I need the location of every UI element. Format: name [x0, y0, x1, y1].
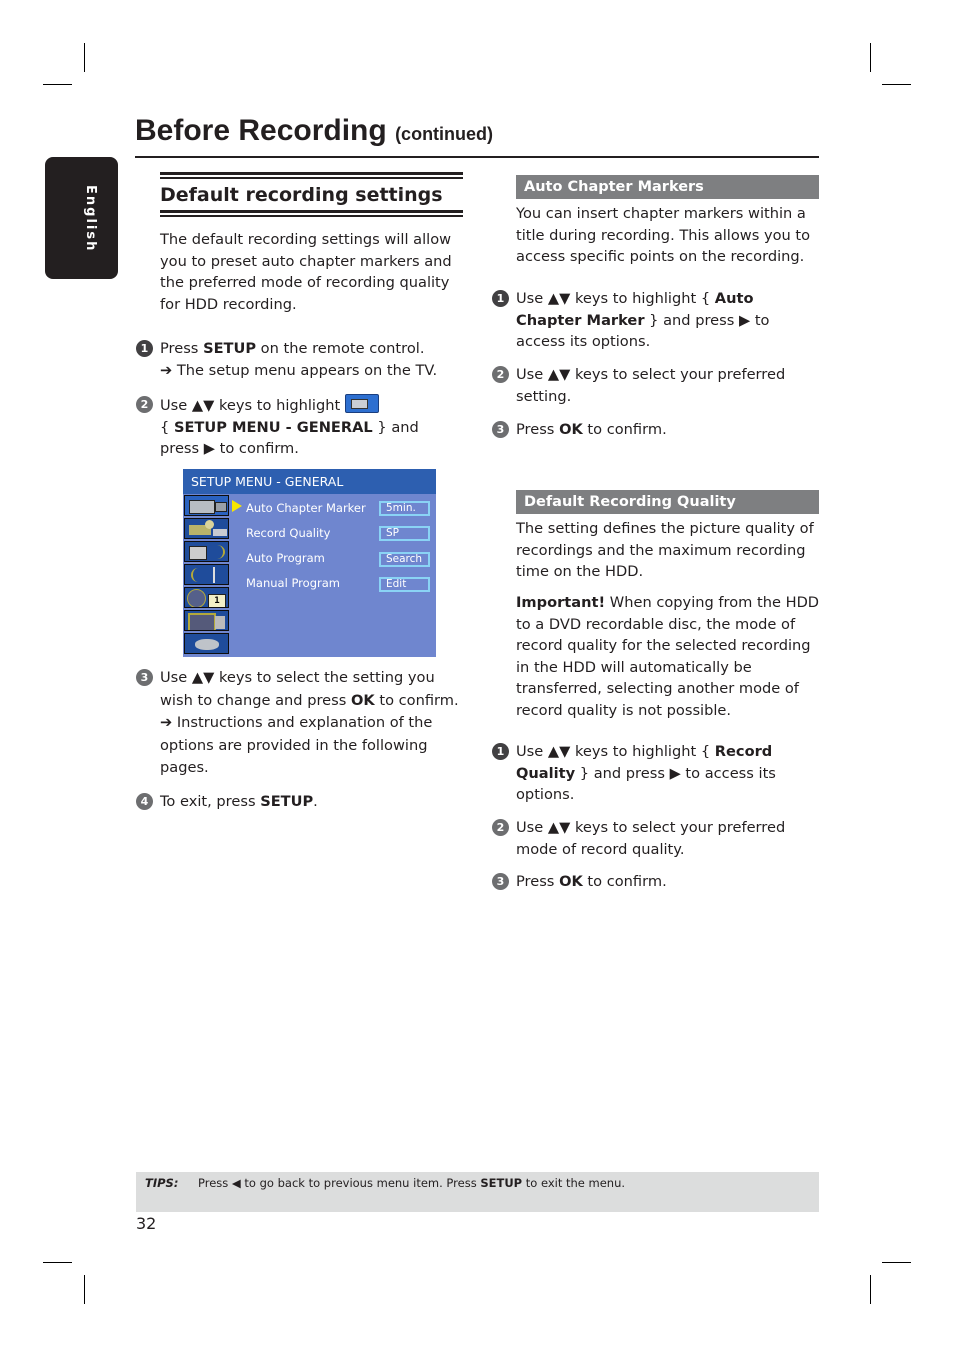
menu-item-auto-program[interactable]: Auto Program	[246, 551, 325, 565]
disc-stack-icon	[184, 633, 229, 654]
menu-item-manual-program[interactable]: Manual Program	[246, 576, 340, 590]
step-text: Use ▲▼ keys to select your preferred mod…	[516, 819, 786, 858]
key-ok: OK	[559, 873, 583, 890]
important-note: Important! When copying from the HDD to …	[516, 592, 821, 721]
crop-mark	[43, 1262, 72, 1263]
step-1: Press SETUP on the remote control. ➔ The…	[160, 338, 460, 381]
step-text: on the remote control.	[256, 340, 425, 357]
key-ok: OK	[350, 691, 375, 709]
section-title: Default recording settings	[160, 184, 443, 206]
clock-calendar-icon: 1	[184, 587, 229, 608]
step-text: Use ▲▼ keys to highlight {	[516, 743, 715, 760]
setup-menu-screenshot: SETUP MENU - GENERAL 1 Auto Chapter Mark…	[183, 469, 436, 657]
language-label: English	[83, 185, 98, 253]
crop-mark	[882, 1262, 911, 1263]
key-setup: SETUP	[260, 793, 314, 810]
step-number-3: 3	[492, 873, 509, 890]
record-quality-step-3: Press OK to confirm.	[516, 871, 816, 893]
signal-icon	[184, 564, 229, 585]
crop-mark	[870, 1275, 871, 1304]
heading-rule-top	[160, 172, 463, 179]
page-title-text: Before Recording	[135, 114, 387, 147]
menu-title: SETUP MENU - GENERAL	[183, 469, 436, 494]
step-text: Press	[160, 340, 204, 357]
key-setup: SETUP	[480, 1176, 523, 1190]
step-number-1: 1	[492, 743, 509, 760]
step-number-3: 3	[492, 421, 509, 438]
record-quality-step-1: Use ▲▼ keys to highlight { Record Qualit…	[516, 741, 816, 806]
crop-mark	[870, 43, 871, 72]
crop-mark	[43, 84, 72, 85]
step-text: Press	[516, 873, 560, 890]
step-number-4: 4	[136, 793, 153, 810]
step-text: Use ▲▼ keys to highlight {	[516, 290, 715, 307]
step-result: ➔ The setup menu appears on the TV.	[160, 361, 438, 379]
auto-chapter-step-2: Use ▲▼ keys to select your preferred set…	[516, 364, 816, 407]
step-number-2: 2	[136, 396, 153, 413]
menu-item-auto-chapter-marker[interactable]: Auto Chapter Marker	[246, 501, 366, 515]
menu-value-auto-program[interactable]: Search	[379, 552, 430, 567]
tips-text-part: to exit the menu.	[522, 1176, 626, 1190]
menu-value-auto-chapter-marker[interactable]: 5min.	[379, 501, 430, 516]
step-text: {	[160, 418, 174, 436]
tips-box: TIPS: Press ◀ to go back to previous men…	[136, 1172, 819, 1212]
tips-label: TIPS:	[145, 1176, 179, 1190]
important-text: When copying from the HDD to a DVD recor…	[516, 594, 820, 719]
projector-icon	[184, 518, 229, 539]
menu-value-manual-program[interactable]: Edit	[379, 577, 430, 592]
crop-mark	[84, 43, 85, 72]
menu-icon-column: 1	[184, 495, 230, 656]
step-number-2: 2	[492, 819, 509, 836]
step-number-1: 1	[492, 290, 509, 307]
step-text: to confirm.	[582, 873, 667, 890]
step-result: ➔ Instructions and explanation of the op…	[160, 714, 433, 776]
auto-chapter-step-1: Use ▲▼ keys to highlight { Auto Chapter …	[516, 288, 816, 353]
key-setup: SETUP	[203, 340, 257, 357]
menu-value-record-quality[interactable]: SP	[379, 526, 430, 541]
record-quality-step-2: Use ▲▼ keys to select your preferred mod…	[516, 817, 816, 860]
auto-chapter-step-3: Press OK to confirm.	[516, 419, 816, 441]
auto-chapter-intro: You can insert chapter markers within a …	[516, 205, 811, 265]
language-tab: English	[45, 157, 118, 279]
step-2: Use ▲▼ keys to highlight { SETUP MENU - …	[160, 394, 460, 460]
important-label: Important!	[516, 594, 606, 611]
tips-text-part: Press ◀ to go back to previous menu item…	[198, 1176, 481, 1190]
step-text: Use ▲▼ keys to select your preferred set…	[516, 366, 786, 405]
step-number-3: 3	[136, 669, 153, 686]
crop-mark	[882, 84, 911, 85]
title-rule	[135, 156, 819, 158]
step-text: Press	[516, 421, 560, 438]
auto-chapter-markers-header: Auto Chapter Markers	[516, 175, 819, 199]
default-recording-quality-header: Default Recording Quality	[516, 490, 819, 514]
step-number-1: 1	[136, 340, 153, 357]
step-text: To exit, press	[160, 793, 261, 810]
step-text: to confirm.	[374, 691, 459, 709]
step-number-2: 2	[492, 366, 509, 383]
intro-paragraph: The default recording settings will allo…	[160, 231, 452, 313]
step-text: Use ▲▼ keys to highlight	[160, 397, 345, 414]
step-text: .	[313, 793, 318, 810]
menu-name: SETUP MENU - GENERAL	[173, 418, 373, 436]
speaker-icon	[184, 541, 229, 562]
page-title: Before Recording (continued)	[135, 114, 493, 148]
page-number: 32	[136, 1214, 157, 1233]
menu-item-record-quality[interactable]: Record Quality	[246, 526, 330, 540]
key-ok: OK	[559, 421, 583, 438]
section-heading-default-recording: Default recording settings	[160, 172, 463, 217]
setup-general-icon	[344, 394, 379, 413]
tv-remote-icon	[184, 610, 229, 631]
step-3: Use ▲▼ keys to select the setting you wi…	[160, 667, 465, 780]
step-text: to confirm.	[582, 421, 667, 438]
page-title-suffix: (continued)	[395, 124, 494, 144]
tips-text: Press ◀ to go back to previous menu item…	[198, 1176, 625, 1190]
camcorder-icon	[184, 495, 229, 516]
crop-mark	[84, 1275, 85, 1304]
heading-rule-bottom	[160, 210, 463, 217]
menu-cursor-icon	[232, 500, 242, 512]
step-4: To exit, press SETUP.	[160, 791, 460, 813]
record-quality-intro: The setting defines the picture quality …	[516, 520, 814, 580]
